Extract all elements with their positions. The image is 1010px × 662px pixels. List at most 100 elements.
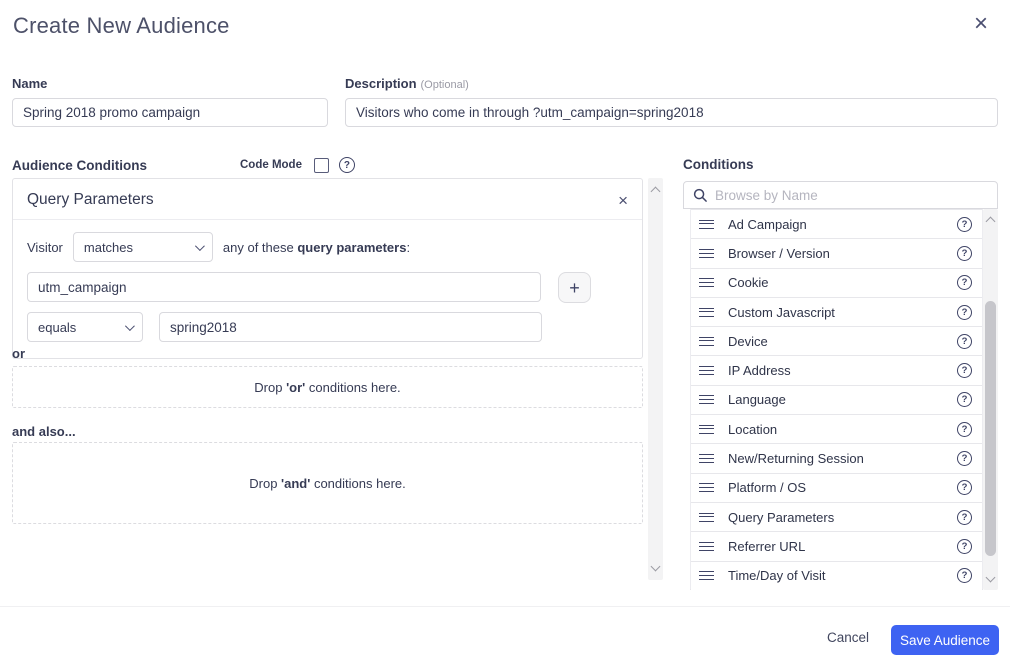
page-title: Create New Audience: [13, 13, 230, 38]
conditions-panel-title: Conditions: [683, 157, 754, 172]
condition-list-item[interactable]: Location ?: [691, 414, 982, 444]
condition-help-icon[interactable]: ?: [957, 421, 972, 437]
condition-name: Referrer URL: [728, 538, 806, 554]
condition-name: Browser / Version: [728, 245, 830, 261]
condition-name: Ad Campaign: [728, 216, 807, 232]
chevron-down-icon: [124, 320, 135, 331]
drag-handle-icon[interactable]: [699, 219, 714, 229]
visitor-label: Visitor: [27, 239, 63, 255]
search-input[interactable]: [715, 187, 988, 203]
drag-handle-icon[interactable]: [699, 454, 714, 464]
condition-list-item[interactable]: New/Returning Session ?: [691, 443, 982, 473]
drag-handle-icon[interactable]: [699, 248, 714, 258]
audience-conditions-header: Audience Conditions Code Mode ?: [12, 157, 355, 173]
condition-list-item[interactable]: Browser / Version ?: [691, 238, 982, 268]
conditions-list-container: Ad Campaign ? Browser / Version ? Cookie…: [690, 209, 998, 590]
remove-condition-icon[interactable]: ×: [618, 192, 628, 209]
drag-handle-icon[interactable]: [699, 278, 714, 288]
condition-help-icon[interactable]: ?: [957, 216, 972, 232]
condition-name: New/Returning Session: [728, 451, 864, 467]
condition-list-item[interactable]: IP Address ?: [691, 355, 982, 385]
drag-handle-icon[interactable]: [699, 307, 714, 317]
code-mode-label: Code Mode: [240, 159, 302, 171]
drag-handle-icon[interactable]: [699, 424, 714, 434]
condition-list-item[interactable]: Device ?: [691, 326, 982, 356]
condition-help-icon[interactable]: ?: [957, 363, 972, 379]
condition-help-icon[interactable]: ?: [957, 304, 972, 320]
or-group-label: or: [12, 346, 25, 361]
drag-handle-icon[interactable]: [699, 366, 714, 376]
code-mode-checkbox[interactable]: [313, 157, 329, 173]
match-type-select[interactable]: matches: [72, 232, 213, 262]
condition-list-item[interactable]: Custom Javascript ?: [691, 296, 982, 327]
condition-list-item[interactable]: Time/Day of Visit ?: [691, 560, 982, 590]
query-parameters-card-header: Query Parameters ×: [13, 179, 642, 220]
description-field-group: Description (Optional): [345, 76, 998, 127]
condition-list-item[interactable]: Ad Campaign ?: [691, 209, 982, 239]
chevron-down-icon: [194, 240, 205, 251]
scroll-down-icon[interactable]: [985, 572, 996, 583]
query-param-value-input[interactable]: [159, 312, 542, 342]
conditions-scrollbar[interactable]: [983, 209, 998, 590]
condition-name: IP Address: [728, 363, 791, 379]
operator-value: equals: [38, 319, 77, 335]
condition-list-item[interactable]: Cookie ?: [691, 267, 982, 297]
condition-name: Platform / OS: [728, 480, 807, 496]
drag-handle-icon[interactable]: [699, 336, 714, 346]
condition-name: Device: [728, 333, 768, 349]
add-parameter-button[interactable]: +: [558, 272, 591, 303]
drag-handle-icon[interactable]: [699, 541, 714, 551]
code-mode-help-icon[interactable]: ?: [338, 157, 355, 173]
and-group-label: and also...: [12, 424, 76, 439]
condition-help-icon[interactable]: ?: [957, 275, 972, 291]
drag-handle-icon[interactable]: [699, 483, 714, 493]
footer-divider: [0, 606, 1010, 607]
name-input[interactable]: [12, 98, 328, 127]
condition-list-item[interactable]: Language ?: [691, 384, 982, 415]
condition-list-item[interactable]: Referrer URL ?: [691, 531, 982, 561]
condition-name: Query Parameters: [728, 509, 835, 525]
query-param-name-input[interactable]: [27, 272, 541, 302]
condition-name: Location: [728, 421, 778, 437]
condition-help-icon[interactable]: ?: [957, 568, 972, 584]
save-audience-button[interactable]: Save Audience: [891, 625, 999, 655]
condition-name: Time/Day of Visit: [728, 568, 826, 584]
condition-help-icon[interactable]: ?: [957, 333, 972, 349]
condition-help-icon[interactable]: ?: [957, 245, 972, 261]
or-drop-zone[interactable]: Drop 'or' conditions here.: [12, 366, 643, 408]
builder-scrollbar[interactable]: [648, 178, 663, 580]
condition-name: Cookie: [728, 275, 769, 291]
description-input[interactable]: [345, 98, 998, 127]
scroll-up-icon[interactable]: [985, 216, 996, 227]
description-optional-label: (Optional): [420, 79, 469, 91]
condition-help-icon[interactable]: ?: [957, 480, 972, 496]
description-label: Description: [345, 76, 417, 91]
condition-help-icon[interactable]: ?: [957, 392, 972, 408]
condition-list-item[interactable]: Platform / OS ?: [691, 472, 982, 502]
operator-select[interactable]: equals: [27, 312, 143, 342]
condition-name: Language: [728, 392, 786, 408]
and-drop-zone[interactable]: Drop 'and' conditions here.: [12, 442, 643, 524]
cancel-button[interactable]: Cancel: [827, 630, 869, 645]
condition-name: Custom Javascript: [728, 304, 835, 320]
condition-help-icon[interactable]: ?: [957, 509, 972, 525]
scroll-up-icon[interactable]: [650, 186, 661, 197]
drag-handle-icon[interactable]: [699, 571, 714, 581]
scrollbar-thumb[interactable]: [985, 301, 996, 556]
drag-handle-icon[interactable]: [699, 395, 714, 405]
drag-handle-icon[interactable]: [699, 512, 714, 522]
condition-list-item[interactable]: Query Parameters ?: [691, 501, 982, 532]
scroll-down-icon[interactable]: [650, 561, 661, 572]
conditions-search: [683, 181, 998, 209]
query-parameters-card: Query Parameters × Visitor matches any o…: [12, 178, 643, 359]
query-parameters-card-body: Visitor matches any of these query param…: [13, 220, 642, 358]
clause-text: any of these query parameters:: [222, 239, 411, 255]
condition-builder-panel: Query Parameters × Visitor matches any o…: [12, 178, 663, 580]
condition-help-icon[interactable]: ?: [957, 538, 972, 554]
close-icon[interactable]: ×: [974, 12, 988, 36]
condition-help-icon[interactable]: ?: [957, 451, 972, 467]
name-field-group: Name: [12, 76, 328, 127]
conditions-list: Ad Campaign ? Browser / Version ? Cookie…: [690, 209, 983, 590]
search-icon: [693, 188, 707, 202]
audience-conditions-label: Audience Conditions: [12, 157, 147, 173]
